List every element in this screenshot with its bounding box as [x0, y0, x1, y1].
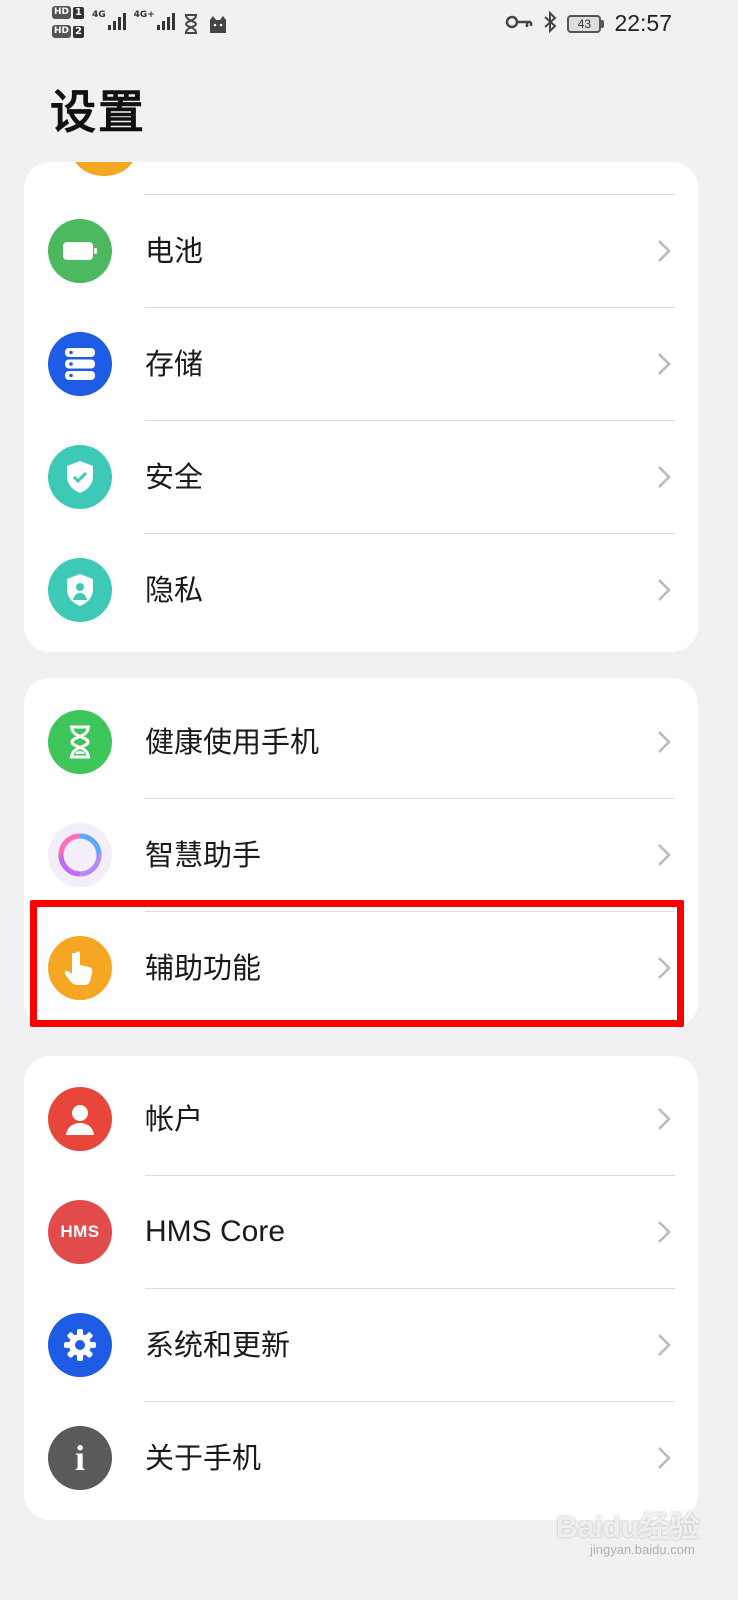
- battery-level: 43: [567, 14, 602, 33]
- network-type-2: 4G+: [133, 10, 155, 20]
- settings-item-label: 帐户: [145, 1102, 204, 1136]
- status-left: HD 1 HD 2 4G 4G+: [52, 6, 229, 38]
- hd-badge-2: HD: [52, 25, 72, 38]
- chevron-right-icon: [658, 1447, 671, 1469]
- hd-indicators: HD 1 HD 2: [52, 6, 84, 38]
- hd-badge-1: HD: [52, 6, 72, 19]
- signal-bars-icon: [156, 10, 175, 30]
- info-icon: i: [48, 1426, 112, 1490]
- signal-bars-icon: [107, 10, 126, 30]
- signal-2: 4G+: [134, 10, 175, 30]
- chevron-right-icon: [658, 1334, 671, 1356]
- highlight-box: [30, 900, 684, 1027]
- settings-item-digital-balance[interactable]: 健康使用手机: [24, 686, 698, 798]
- status-right: 43 22:57: [505, 10, 672, 37]
- settings-item-label: 安全: [145, 460, 204, 494]
- chevron-right-icon: [658, 353, 671, 375]
- hms-icon: HMS: [48, 1200, 112, 1264]
- settings-item-about-phone[interactable]: i 关于手机: [24, 1402, 698, 1514]
- clock: 22:57: [614, 10, 672, 36]
- settings-group-3: 帐户 HMS HMS Core 系统和更新 i 关于手机: [24, 1056, 698, 1520]
- settings-group-1: 电池 存储 安全 隐私: [24, 162, 698, 652]
- hd-num-1: 1: [73, 6, 84, 19]
- settings-item-hms-core[interactable]: HMS HMS Core: [24, 1176, 698, 1288]
- cat-status-icon: [207, 14, 229, 38]
- settings-item-label: 健康使用手机: [145, 725, 320, 759]
- key-icon: [505, 14, 533, 34]
- hd-num-2: 2: [73, 25, 84, 38]
- gear-icon: [48, 1313, 112, 1377]
- settings-item-system-update[interactable]: 系统和更新: [24, 1289, 698, 1401]
- assistant-ring-icon: [48, 823, 112, 887]
- chevron-right-icon: [658, 579, 671, 601]
- chevron-right-icon: [658, 466, 671, 488]
- bluetooth-icon: [543, 10, 557, 37]
- settings-item-label: 电池: [145, 234, 204, 268]
- baidu-watermark-url: jingyan.baidu.com: [590, 1542, 695, 1557]
- settings-item-storage[interactable]: 存储: [24, 308, 698, 420]
- settings-item-label: 隐私: [145, 573, 204, 607]
- page-title: 设置: [50, 85, 146, 139]
- settings-item-account[interactable]: 帐户: [24, 1063, 698, 1175]
- settings-item-security[interactable]: 安全: [24, 421, 698, 533]
- settings-item-privacy[interactable]: 隐私: [24, 534, 698, 646]
- network-type-1: 4G: [91, 10, 106, 20]
- battery-status-icon: 43: [567, 14, 605, 33]
- status-bar: HD 1 HD 2 4G 4G+ 43 22:57: [0, 0, 738, 52]
- hourglass-status-icon: [183, 14, 199, 38]
- chevron-right-icon: [658, 240, 671, 262]
- settings-item-smart-assistant[interactable]: 智慧助手: [24, 799, 698, 911]
- hd-indicator-2: HD 2: [52, 25, 84, 38]
- chevron-right-icon: [658, 844, 671, 866]
- settings-item-battery[interactable]: 电池: [24, 195, 698, 307]
- shield-check-icon: [48, 445, 112, 509]
- person-icon: [48, 1087, 112, 1151]
- chevron-right-icon: [658, 1221, 671, 1243]
- info-icon-text: i: [74, 1438, 85, 1478]
- chevron-right-icon: [658, 731, 671, 753]
- battery-icon: [48, 219, 112, 283]
- storage-icon: [48, 332, 112, 396]
- hourglass-icon: [48, 710, 112, 774]
- settings-item-label: 存储: [145, 347, 204, 381]
- privacy-shield-icon: [48, 558, 112, 622]
- baidu-watermark: Baidu经验: [556, 1511, 700, 1544]
- hms-icon-text: HMS: [60, 1222, 100, 1241]
- chevron-right-icon: [658, 1108, 671, 1130]
- settings-item-label: HMS Core: [145, 1215, 286, 1248]
- signal-1: 4G: [92, 10, 126, 30]
- settings-item-label: 系统和更新: [145, 1328, 291, 1362]
- hd-indicator-1: HD 1: [52, 6, 84, 19]
- partial-hidden-icon: [72, 162, 136, 176]
- settings-item-label: 关于手机: [145, 1441, 262, 1475]
- settings-item-label: 智慧助手: [145, 838, 262, 872]
